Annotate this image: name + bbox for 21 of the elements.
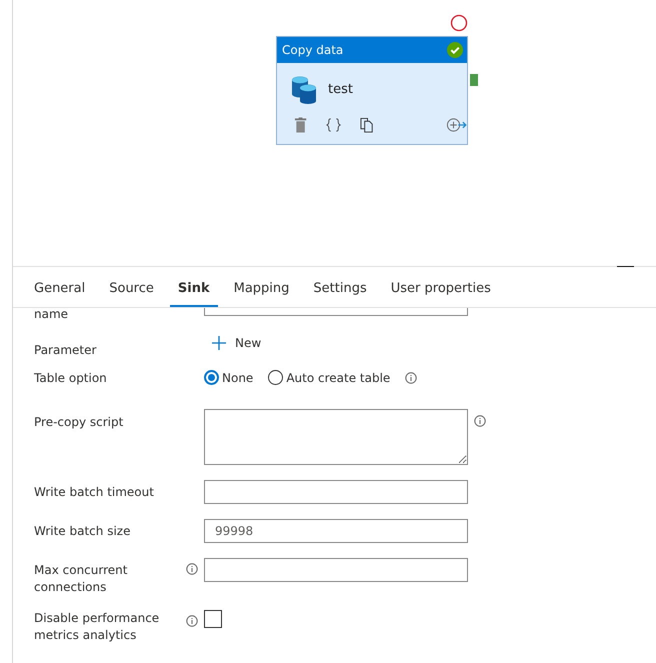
node-title: Copy data — [282, 43, 344, 57]
input-field[interactable]: 99998 — [204, 519, 468, 543]
tab[interactable]: Sink — [170, 281, 218, 307]
field-label: Max concurrent connections — [34, 562, 128, 596]
tab[interactable]: General — [26, 281, 94, 307]
tab[interactable]: Settings — [305, 281, 375, 307]
field-label: Disable performance metrics analytics — [34, 610, 160, 644]
activity-name: test — [328, 82, 353, 96]
field-label: Parameter — [34, 342, 98, 359]
new-button[interactable]: New — [204, 336, 262, 350]
activity-node[interactable]: Copy data test — [276, 36, 468, 145]
radio-option[interactable]: Auto create table — [268, 370, 390, 385]
field-label: Write batch size — [34, 523, 132, 540]
field-label: name — [34, 308, 70, 323]
field-label: Pre-copy script — [34, 414, 124, 431]
tab[interactable]: User properties — [382, 281, 499, 307]
tab[interactable]: Source — [101, 281, 162, 307]
tab[interactable]: Mapping — [226, 281, 298, 307]
field-label: Write batch timeout — [34, 484, 155, 501]
field-label: Table option — [34, 370, 108, 387]
radio-option[interactable]: None — [204, 370, 254, 385]
